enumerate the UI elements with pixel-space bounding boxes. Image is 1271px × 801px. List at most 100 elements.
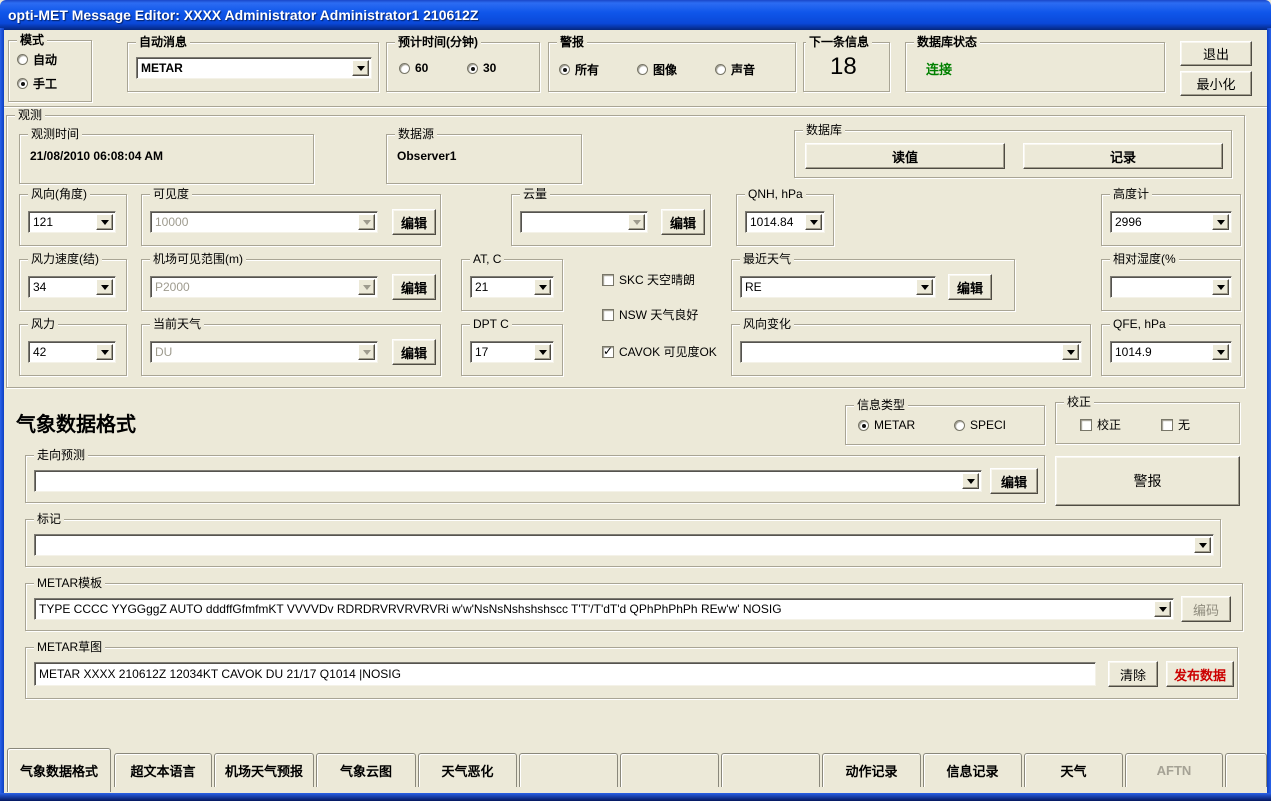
tab-empty-2[interactable] [620, 753, 719, 787]
window-border-bottom [0, 793, 1271, 801]
chevron-down-icon[interactable] [96, 279, 113, 295]
humidity-select[interactable] [1110, 276, 1232, 298]
nil-checkbox[interactable]: 无 [1161, 416, 1190, 433]
alarm-all-radio[interactable]: 所有 [559, 61, 599, 78]
chevron-down-icon[interactable] [1212, 344, 1229, 360]
trend-select[interactable] [34, 470, 982, 492]
chevron-down-icon[interactable] [1062, 344, 1079, 360]
qfe-select[interactable]: 1014.9 [1110, 341, 1232, 363]
mode-auto-radio[interactable]: 自动 [17, 51, 57, 68]
metar-draft-value: METAR XXXX 210612Z 12034KT CAVOK DU 21/1… [39, 666, 1091, 682]
tab-action-log[interactable]: 动作记录 [822, 753, 921, 787]
tab-html[interactable]: 超文本语言 [114, 753, 212, 787]
chevron-down-icon[interactable] [1154, 601, 1171, 617]
checkbox-icon [602, 309, 614, 321]
alarm-button[interactable]: 警报 [1055, 456, 1240, 506]
remark-select[interactable] [34, 534, 1214, 556]
correction-group: 校正 校正 无 [1055, 402, 1240, 444]
at-select[interactable]: 21 [470, 276, 554, 298]
chevron-down-icon[interactable] [534, 279, 551, 295]
chevron-down-icon[interactable] [1212, 214, 1229, 230]
metar-radio[interactable]: METAR [858, 418, 915, 432]
radio-checked-icon [858, 420, 869, 431]
record-button[interactable]: 记录 [1023, 143, 1223, 169]
mode-manual-radio[interactable]: 手工 [17, 75, 57, 92]
observation-group-label: 观测 [15, 108, 45, 122]
clear-button[interactable]: 清除 [1108, 661, 1158, 687]
alarm-sound-radio[interactable]: 声音 [715, 61, 755, 78]
chevron-down-icon[interactable] [805, 214, 822, 230]
wind-speed-select[interactable]: 34 [28, 276, 116, 298]
alarm-image-radio[interactable]: 图像 [637, 61, 677, 78]
chevron-down-icon[interactable] [916, 279, 933, 295]
present-weather-edit-button[interactable]: 编辑 [392, 339, 436, 365]
correction-checkbox-label: 校正 [1097, 416, 1121, 433]
trend-label: 走向预测 [34, 448, 88, 462]
chevron-down-icon[interactable] [352, 60, 369, 76]
chevron-down-icon[interactable] [534, 344, 551, 360]
tab-satellite[interactable]: 气象云图 [316, 753, 416, 787]
minimize-button[interactable]: 最小化 [1180, 71, 1252, 96]
wind-force-select[interactable]: 42 [28, 341, 116, 363]
trend-edit-button[interactable]: 编辑 [990, 468, 1038, 494]
encode-button: 编码 [1181, 596, 1231, 622]
at-value: 21 [475, 279, 533, 295]
recent-weather-value: RE [745, 279, 915, 295]
exit-button[interactable]: 退出 [1180, 41, 1252, 66]
qfe-value: 1014.9 [1115, 344, 1211, 360]
chevron-down-icon [358, 344, 375, 360]
nsw-checkbox[interactable]: NSW 天气良好 [602, 306, 698, 323]
chevron-down-icon[interactable] [962, 473, 979, 489]
publish-button[interactable]: 发布数据 [1166, 661, 1234, 687]
dpt-group: DPT C 17 [461, 324, 563, 376]
cloud-label: 云量 [520, 187, 550, 201]
tab-empty-1[interactable] [519, 753, 618, 787]
alarm-filter-label: 警报 [557, 35, 587, 49]
eta-60-radio[interactable]: 60 [399, 61, 428, 75]
trend-group: 走向预测 编辑 [25, 455, 1045, 503]
correction-checkbox[interactable]: 校正 [1080, 416, 1121, 433]
speci-radio[interactable]: SPECI [954, 418, 1006, 432]
chevron-down-icon[interactable] [96, 344, 113, 360]
rvr-edit-button[interactable]: 编辑 [392, 274, 436, 300]
tab-taf[interactable]: 机场天气预报 [214, 753, 314, 787]
altimeter-select[interactable]: 2996 [1110, 211, 1232, 233]
qfe-group: QFE, hPa 1014.9 [1101, 324, 1241, 376]
tab-weather[interactable]: 天气 [1024, 753, 1123, 787]
metar-draft-input[interactable]: METAR XXXX 210612Z 12034KT CAVOK DU 21/1… [34, 662, 1096, 686]
eta-30-radio[interactable]: 30 [467, 61, 496, 75]
qnh-value: 1014.84 [750, 214, 804, 230]
qnh-select[interactable]: 1014.84 [745, 211, 825, 233]
data-source-value: Observer1 [397, 149, 456, 163]
eta-30-label: 30 [483, 61, 496, 75]
dpt-select[interactable]: 17 [470, 341, 554, 363]
present-weather-group: 当前天气 DU 编辑 [141, 324, 441, 376]
chevron-down-icon[interactable] [1194, 537, 1211, 553]
wind-direction-group: 风向(角度) 121 [19, 194, 127, 246]
chevron-down-icon[interactable] [96, 214, 113, 230]
visibility-edit-button[interactable]: 编辑 [392, 209, 436, 235]
wind-variation-select[interactable] [740, 341, 1082, 363]
recent-weather-select[interactable]: RE [740, 276, 936, 298]
read-value-button[interactable]: 读值 [805, 143, 1005, 169]
present-weather-value: DU [155, 344, 357, 360]
skc-checkbox[interactable]: SKC 天空晴朗 [602, 271, 695, 288]
metar-template-select[interactable]: TYPE CCCC YYGGggZ AUTO dddffGfmfmKT VVVV… [34, 598, 1174, 620]
checkbox-checked-icon [602, 346, 614, 358]
cloud-select [520, 211, 648, 233]
database-group: 数据库 读值 记录 [794, 130, 1232, 178]
present-weather-select: DU [150, 341, 378, 363]
recent-weather-edit-button[interactable]: 编辑 [948, 274, 992, 300]
tab-weather-deterioration[interactable]: 天气恶化 [418, 753, 517, 787]
cavok-checkbox[interactable]: CAVOK 可见度OK [602, 343, 717, 360]
tab-metar-format[interactable]: 气象数据格式 [7, 748, 111, 792]
auto-message-select[interactable]: METAR [136, 57, 372, 79]
cloud-edit-button[interactable]: 编辑 [661, 209, 705, 235]
wind-direction-select[interactable]: 121 [28, 211, 116, 233]
tab-message-log[interactable]: 信息记录 [923, 753, 1022, 787]
chevron-down-icon[interactable] [1212, 279, 1229, 295]
eta-group: 预计时间(分钟) 60 30 [386, 42, 540, 92]
tab-empty-4[interactable] [1225, 753, 1267, 787]
tab-empty-3[interactable] [721, 753, 820, 787]
app-window: opti-MET Message Editor: XXXX Administra… [0, 0, 1271, 801]
